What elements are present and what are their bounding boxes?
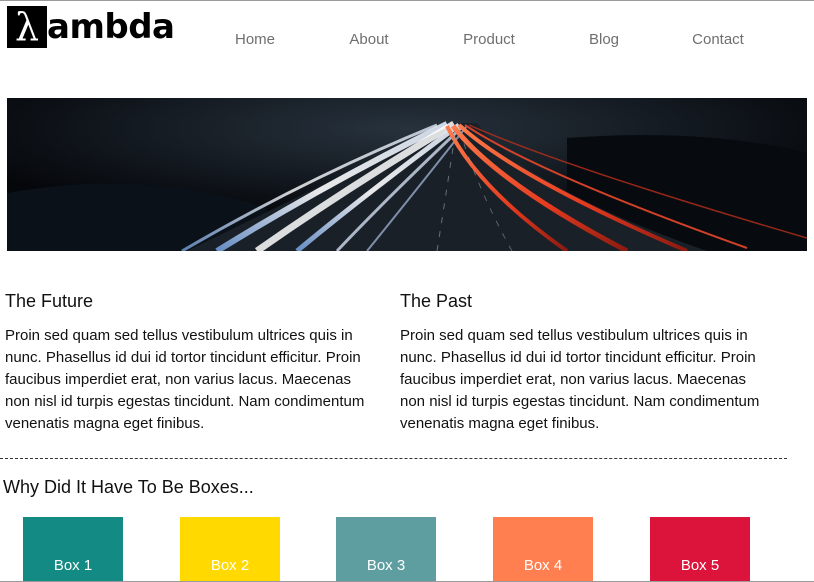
section-body: Proin sed quam sed tellus vestibulum ult… [5, 327, 365, 432]
page: λ ambda Home About Product Blog Contact [0, 0, 814, 582]
section-title: The Past [400, 291, 473, 311]
nav-home-link[interactable]: Home [235, 31, 275, 48]
dashed-divider [0, 458, 787, 459]
nav-about-link[interactable]: About [349, 31, 388, 48]
box-3: Box 3 [336, 517, 436, 581]
hero-image [7, 98, 807, 251]
box-5: Box 5 [650, 517, 750, 581]
nav-contact-link[interactable]: Contact [692, 31, 744, 48]
nav-blog-link[interactable]: Blog [589, 31, 619, 48]
section-the-past: The Past Proin sed quam sed tellus vesti… [400, 291, 772, 435]
box-2: Box 2 [180, 517, 280, 581]
section-body: Proin sed quam sed tellus vestibulum ult… [400, 327, 760, 432]
highway-light-trails-image [7, 98, 807, 251]
nav-product-link[interactable]: Product [463, 31, 515, 48]
boxes-section-title: Why Did It Have To Be Boxes... [3, 477, 254, 497]
section-title: The Future [5, 291, 94, 311]
box-1: Box 1 [23, 517, 123, 581]
box-4: Box 4 [493, 517, 593, 581]
main-nav: Home About Product Blog Contact [0, 31, 814, 51]
section-the-future: The Future Proin sed quam sed tellus ves… [5, 291, 377, 435]
